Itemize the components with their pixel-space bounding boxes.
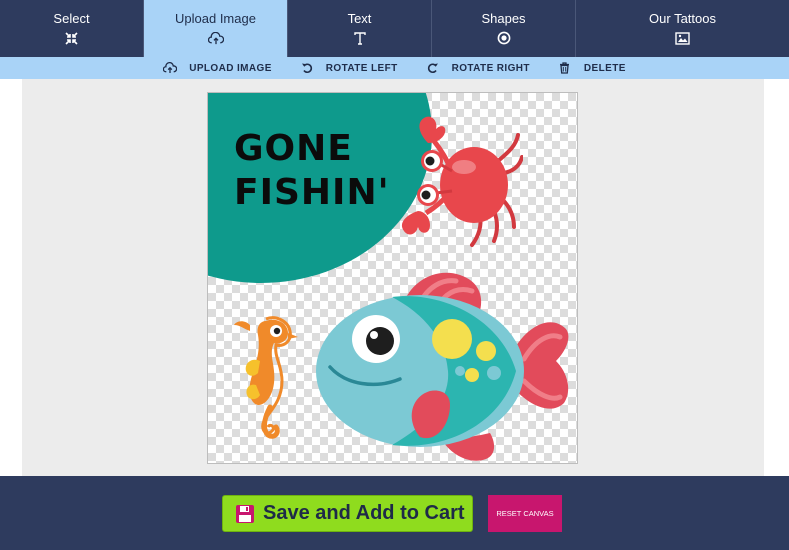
crab-sticker[interactable] <box>398 111 523 251</box>
floppy-disk-icon <box>236 504 254 523</box>
tab-upload-image-label: Upload Image <box>175 11 256 26</box>
cloud-upload-icon <box>207 30 224 46</box>
rotate-right-label: ROTATE RIGHT <box>451 62 530 74</box>
bottom-action-bar: Save and Add to Cart RESET CANVAS <box>0 476 789 550</box>
rotate-left-label: ROTATE LEFT <box>325 62 398 74</box>
seahorse-sticker[interactable] <box>230 311 300 441</box>
circle-dot-icon <box>496 30 512 46</box>
reset-canvas-button[interactable]: RESET CANVAS <box>488 495 562 532</box>
rotate-right-icon <box>426 61 440 75</box>
compress-arrows-icon <box>64 30 80 46</box>
tab-shapes[interactable]: Shapes <box>432 0 576 57</box>
tab-text[interactable]: Text <box>288 0 432 57</box>
tab-our-tattoos-label: Our Tattoos <box>649 11 716 26</box>
reset-canvas-label: RESET CANVAS <box>496 509 554 518</box>
tab-select[interactable]: Select <box>0 0 144 57</box>
tab-upload-image[interactable]: Upload Image <box>144 0 288 57</box>
save-and-add-to-cart-button[interactable]: Save and Add to Cart <box>222 495 473 532</box>
delete-label: DELETE <box>583 62 626 74</box>
canvas-text-object[interactable]: GONE FISHIN' <box>234 127 390 215</box>
rotate-left-button[interactable]: ROTATE LEFT <box>300 61 398 75</box>
delete-button[interactable]: DELETE <box>558 61 626 75</box>
caption-line-2: FISHIN' <box>234 172 390 213</box>
fish-sticker[interactable] <box>310 267 572 464</box>
tab-shapes-label: Shapes <box>481 11 526 26</box>
trash-icon <box>558 61 572 75</box>
save-button-label: Save and Add to Cart <box>263 502 465 524</box>
design-canvas[interactable]: GONE FISHIN' <box>207 92 578 464</box>
image-icon <box>675 30 691 46</box>
tab-text-label: Text <box>347 11 372 26</box>
tab-our-tattoos[interactable]: Our Tattoos <box>576 0 789 57</box>
rotate-right-button[interactable]: ROTATE RIGHT <box>426 61 530 75</box>
text-icon <box>352 30 368 46</box>
top-tab-bar: Select Upload Image Text Shapes Our Tatt… <box>0 0 789 57</box>
image-action-toolbar: UPLOAD IMAGE ROTATE LEFT ROTATE RIGHT DE… <box>0 57 789 79</box>
upload-image-label: UPLOAD IMAGE <box>189 62 272 74</box>
caption-line-1: GONE <box>234 128 353 169</box>
cloud-upload-icon <box>163 61 178 75</box>
tab-select-label: Select <box>53 11 90 26</box>
upload-image-button[interactable]: UPLOAD IMAGE <box>163 61 272 75</box>
rotate-left-icon <box>300 61 314 75</box>
